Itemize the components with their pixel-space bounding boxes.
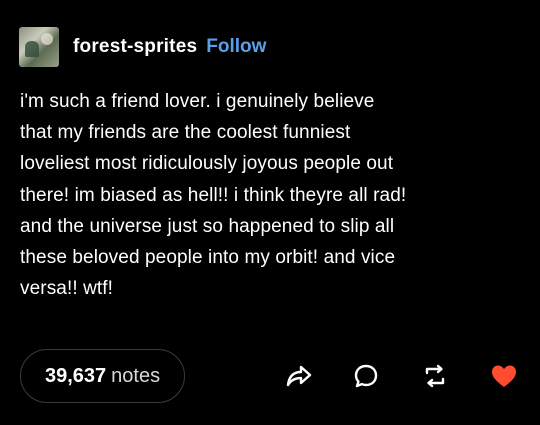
post-header: forest-sprites Follow — [19, 27, 266, 67]
notes-button[interactable]: 39,637 notes — [20, 349, 186, 403]
reply-button[interactable] — [351, 361, 381, 391]
reblog-icon — [425, 364, 445, 388]
reblog-button[interactable] — [420, 361, 450, 391]
username[interactable]: forest-sprites — [73, 36, 197, 58]
post-footer: 39,637 notes — [20, 349, 525, 403]
notes-count: 39,637 — [45, 364, 107, 387]
post-body-text: i'm such a friend lover. i genuinely bel… — [20, 91, 407, 300]
share-arrow-icon — [286, 365, 312, 387]
like-button[interactable] — [489, 361, 519, 391]
share-button[interactable] — [284, 361, 314, 391]
reply-bubble-icon — [354, 364, 378, 388]
follow-button[interactable]: Follow — [206, 36, 266, 58]
avatar[interactable] — [19, 27, 59, 67]
heart-icon — [492, 365, 516, 387]
tumblr-post: forest-sprites Follow i'm such a friend … — [0, 0, 540, 425]
notes-label: notes — [111, 364, 161, 387]
